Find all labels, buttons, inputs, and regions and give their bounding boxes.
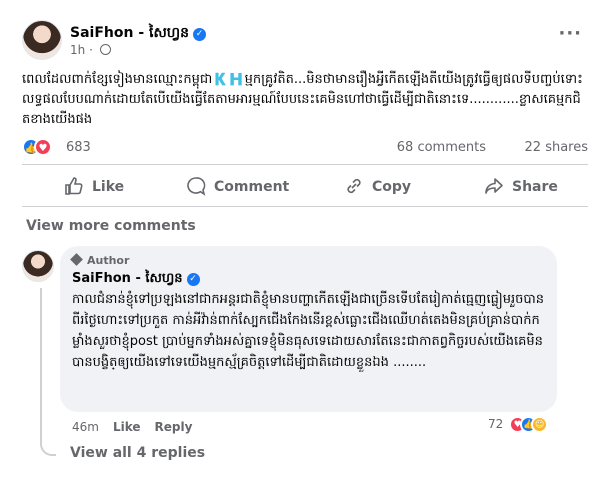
post-meta: 1h ·	[70, 43, 111, 57]
care-reaction-icon: ☺	[531, 416, 549, 433]
comment-reaction-count: 72	[488, 417, 504, 431]
comment-time[interactable]: 46m	[72, 420, 99, 434]
divider	[22, 164, 588, 165]
reply-thread-line	[40, 288, 56, 456]
post-text: ពេលដែលពាក់ខ្សែទៀងមានឈ្មោះកម្ពុជា🇰🇭ម្មកគ្…	[22, 72, 583, 127]
reaction-count[interactable]: 683	[66, 140, 91, 155]
share-icon	[485, 178, 503, 194]
post-actions: Like Comment Copy Share	[22, 172, 588, 200]
comment-icon	[187, 177, 206, 196]
comment-reactions[interactable]: 72 ♥👍☺	[488, 416, 549, 433]
comment-author-name[interactable]: SaiFhon - សៃហ្វន	[72, 271, 183, 286]
post-header: SaiFhon - សៃហ្វន ✓ 1h · ···	[22, 20, 588, 62]
globe-icon	[99, 44, 111, 55]
comment-label: Comment	[214, 179, 290, 195]
author-badge-label: Author	[87, 254, 130, 267]
comment-like-button[interactable]: Like	[113, 420, 141, 434]
copy-label: Copy	[372, 179, 412, 195]
like-label: Like	[92, 179, 125, 195]
comment-meta: 46m Like Reply	[72, 420, 192, 434]
share-button[interactable]: Share	[484, 176, 558, 196]
divider	[22, 206, 588, 207]
link-icon	[347, 178, 361, 194]
shares-count[interactable]: 22 shares	[525, 140, 588, 155]
author-badge: Author	[70, 253, 545, 268]
thumbs-up-icon	[65, 177, 83, 195]
love-reaction-icon: ♥	[34, 138, 52, 156]
comment-button[interactable]: Comment	[186, 176, 289, 196]
comment-text: កាលជំនាន់ខ្ញុំទៅប្រឡងនៅជាកអន្តរជាតិខ្ញុំ…	[72, 292, 544, 370]
comment-bubble: Author SaiFhon - សៃហ្វន ✓ កាលជំនាន់ខ្ញុំទ…	[60, 246, 557, 412]
author-name[interactable]: SaiFhon - សៃហ្វន ✓	[70, 23, 206, 44]
reaction-icons[interactable]: 👍♥	[22, 138, 52, 156]
author-avatar[interactable]	[22, 20, 62, 60]
like-button[interactable]: Like	[64, 176, 124, 196]
comment-reply-button[interactable]: Reply	[155, 420, 193, 434]
reactions-row: 👍♥ 683 68 comments 22 shares	[22, 138, 588, 158]
comments-count[interactable]: 68 comments	[397, 140, 486, 155]
verified-badge-icon: ✓	[186, 273, 200, 286]
comment-author[interactable]: SaiFhon - សៃហ្វន ✓	[72, 270, 545, 288]
commenter-avatar[interactable]	[22, 250, 54, 282]
author-badge-icon	[70, 253, 83, 266]
author-name-text[interactable]: SaiFhon - សៃហ្វន	[70, 25, 189, 41]
share-label: Share	[512, 179, 558, 195]
copy-button[interactable]: Copy	[344, 176, 411, 196]
view-more-comments-link[interactable]: View more comments	[26, 218, 196, 234]
post-time[interactable]: 1h	[70, 43, 85, 57]
more-options-button[interactable]: ···	[558, 25, 582, 43]
verified-badge-icon: ✓	[193, 28, 206, 41]
view-replies-link[interactable]: View all 4 replies	[70, 445, 205, 461]
